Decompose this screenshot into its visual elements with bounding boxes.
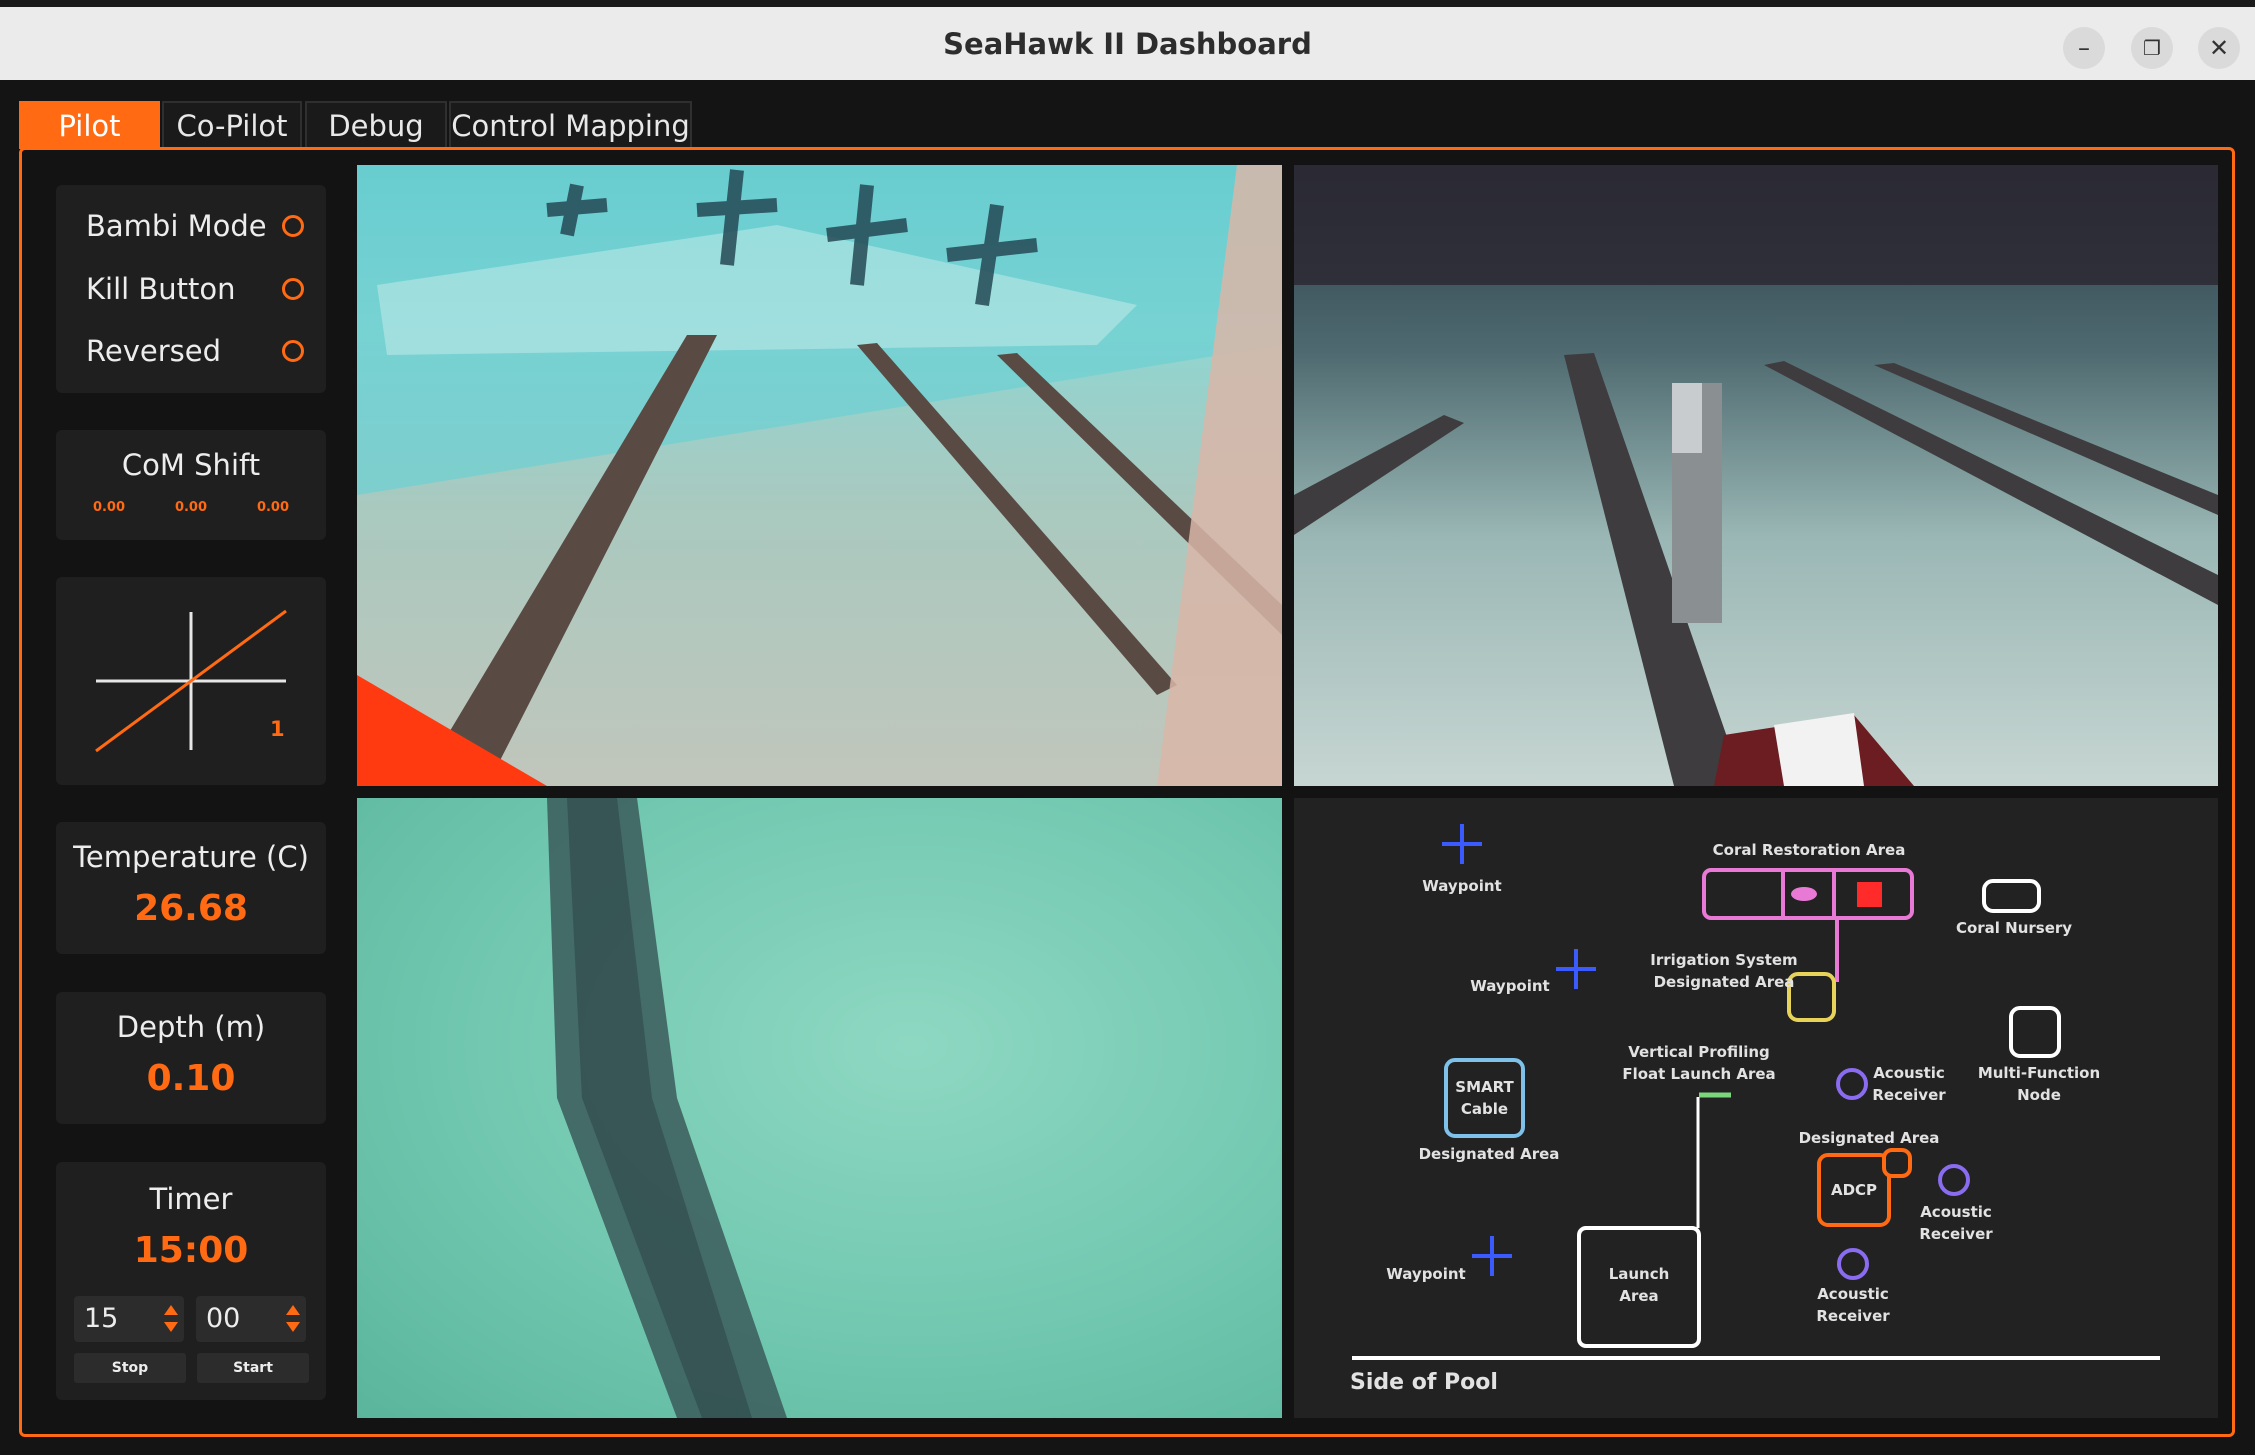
seconds-down-icon[interactable]: [286, 1322, 300, 1332]
mfn-line1: Multi-Function: [1977, 1064, 2101, 1082]
launch-line1: Launch: [1608, 1265, 1670, 1283]
waypoint-label-1: Waypoint: [1422, 877, 1502, 895]
launch-line2: Area: [1619, 1287, 1659, 1305]
timer-seconds-value: 00: [206, 1303, 241, 1334]
side-of-pool-label: Side of Pool: [1350, 1370, 1498, 1395]
timer-minutes-spinbox[interactable]: 15: [74, 1296, 184, 1342]
timer-start-button[interactable]: Start: [197, 1353, 309, 1383]
control-curve-panel: 1: [56, 577, 326, 785]
temperature-value: 26.68: [134, 888, 248, 929]
depth-title: Depth (m): [116, 1010, 266, 1044]
acoustic-1-line2: Receiver: [1872, 1086, 1946, 1104]
adcp-area-label: Designated Area: [1798, 1129, 1940, 1147]
camera-feed-front: [357, 165, 1282, 786]
bambi-mode-label: Bambi Mode: [86, 209, 267, 243]
curve-value: 1: [270, 717, 285, 741]
smart-area-label: Designated Area: [1418, 1145, 1560, 1163]
control-curve-graph: [95, 609, 287, 753]
com-shift-z: 0.00: [256, 500, 290, 515]
smart-cable-label: SMART Cable: [1446, 1076, 1523, 1120]
timer-title: Timer: [149, 1182, 233, 1216]
com-shift-title: CoM Shift: [121, 448, 261, 482]
timer-stop-button[interactable]: Stop: [74, 1353, 186, 1383]
close-icon[interactable]: ✕: [2198, 27, 2240, 69]
bambi-mode-toggle[interactable]: [282, 215, 304, 237]
vpf-label-line1: Vertical Profiling: [1628, 1043, 1770, 1061]
coral-restoration-label: Coral Restoration Area: [1712, 841, 1906, 859]
camera-feed-side-image: [1294, 165, 2218, 786]
depth-value: 0.10: [146, 1058, 236, 1099]
tab-debug[interactable]: Debug: [305, 101, 447, 149]
multi-function-node-label: Multi-Function Node: [1974, 1062, 2104, 1106]
acoustic-3-line1: Acoustic: [1817, 1285, 1889, 1303]
timer-value: 15:00: [133, 1230, 249, 1271]
camera-feed-side: [1294, 165, 2218, 786]
depth-panel: Depth (m) 0.10: [56, 992, 326, 1124]
vpf-label-line2: Float Launch Area: [1622, 1065, 1776, 1083]
smart-cable-line2: Cable: [1460, 1100, 1509, 1118]
camera-feed-bottom: [357, 798, 1282, 1418]
acoustic-2-line2: Receiver: [1919, 1225, 1993, 1243]
reversed-toggle[interactable]: [282, 340, 304, 362]
camera-feed-front-image: [357, 165, 1282, 786]
camera-feed-bottom-image: [547, 798, 787, 1418]
waypoint-label-2: Waypoint: [1470, 977, 1550, 995]
minutes-down-icon[interactable]: [164, 1322, 178, 1332]
irrigation-label-line1: Irrigation System: [1650, 951, 1798, 969]
irrigation-label-line2: Designated Area: [1653, 973, 1795, 991]
seconds-up-icon[interactable]: [286, 1305, 300, 1315]
toggles-panel: Bambi Mode Kill Button Reversed: [56, 185, 326, 393]
minimize-icon[interactable]: –: [2063, 27, 2105, 69]
minutes-up-icon[interactable]: [164, 1305, 178, 1315]
tab-control-mapping[interactable]: Control Mapping: [449, 101, 692, 149]
window-title: SeaHawk II Dashboard: [943, 27, 1312, 61]
adcp-label: ADCP: [1830, 1181, 1878, 1199]
acoustic-2-line1: Acoustic: [1920, 1203, 1992, 1221]
waypoint-label-3: Waypoint: [1386, 1265, 1466, 1283]
maximize-icon[interactable]: ❐: [2131, 27, 2173, 69]
acoustic-3-line2: Receiver: [1816, 1307, 1890, 1325]
temperature-title: Temperature (C): [73, 840, 309, 874]
kill-button-label: Kill Button: [86, 272, 236, 306]
acoustic-receiver-label-1: Acoustic Receiver: [1864, 1062, 1954, 1106]
com-shift-x: 0.00: [92, 500, 126, 515]
acoustic-receiver-label-3: Acoustic Receiver: [1808, 1283, 1898, 1327]
timer-minutes-value: 15: [84, 1303, 119, 1334]
coral-nursery-label: Coral Nursery: [1955, 919, 2073, 937]
irrigation-label: Irrigation System Designated Area: [1624, 949, 1824, 993]
acoustic-1-line1: Acoustic: [1873, 1064, 1945, 1082]
tab-co-pilot[interactable]: Co-Pilot: [162, 101, 302, 149]
timer-seconds-spinbox[interactable]: 00: [196, 1296, 306, 1342]
kill-button-toggle[interactable]: [282, 278, 304, 300]
title-bar: SeaHawk II Dashboard – ❐ ✕: [0, 0, 2255, 80]
mission-map: Coral Restoration Area Coral Nursery Way…: [1294, 798, 2218, 1418]
launch-area-label: Launch Area: [1579, 1263, 1699, 1307]
mfn-line2: Node: [2017, 1086, 2061, 1104]
temperature-panel: Temperature (C) 26.68: [56, 822, 326, 954]
com-shift-y: 0.00: [174, 500, 208, 515]
com-shift-panel: CoM Shift 0.00 0.00 0.00: [56, 430, 326, 540]
acoustic-receiver-label-2: Acoustic Receiver: [1911, 1201, 2001, 1245]
vpf-label: Vertical Profiling Float Launch Area: [1604, 1041, 1794, 1085]
smart-cable-line1: SMART: [1455, 1078, 1514, 1096]
reversed-label: Reversed: [86, 334, 221, 368]
tab-pilot[interactable]: Pilot: [19, 101, 160, 149]
